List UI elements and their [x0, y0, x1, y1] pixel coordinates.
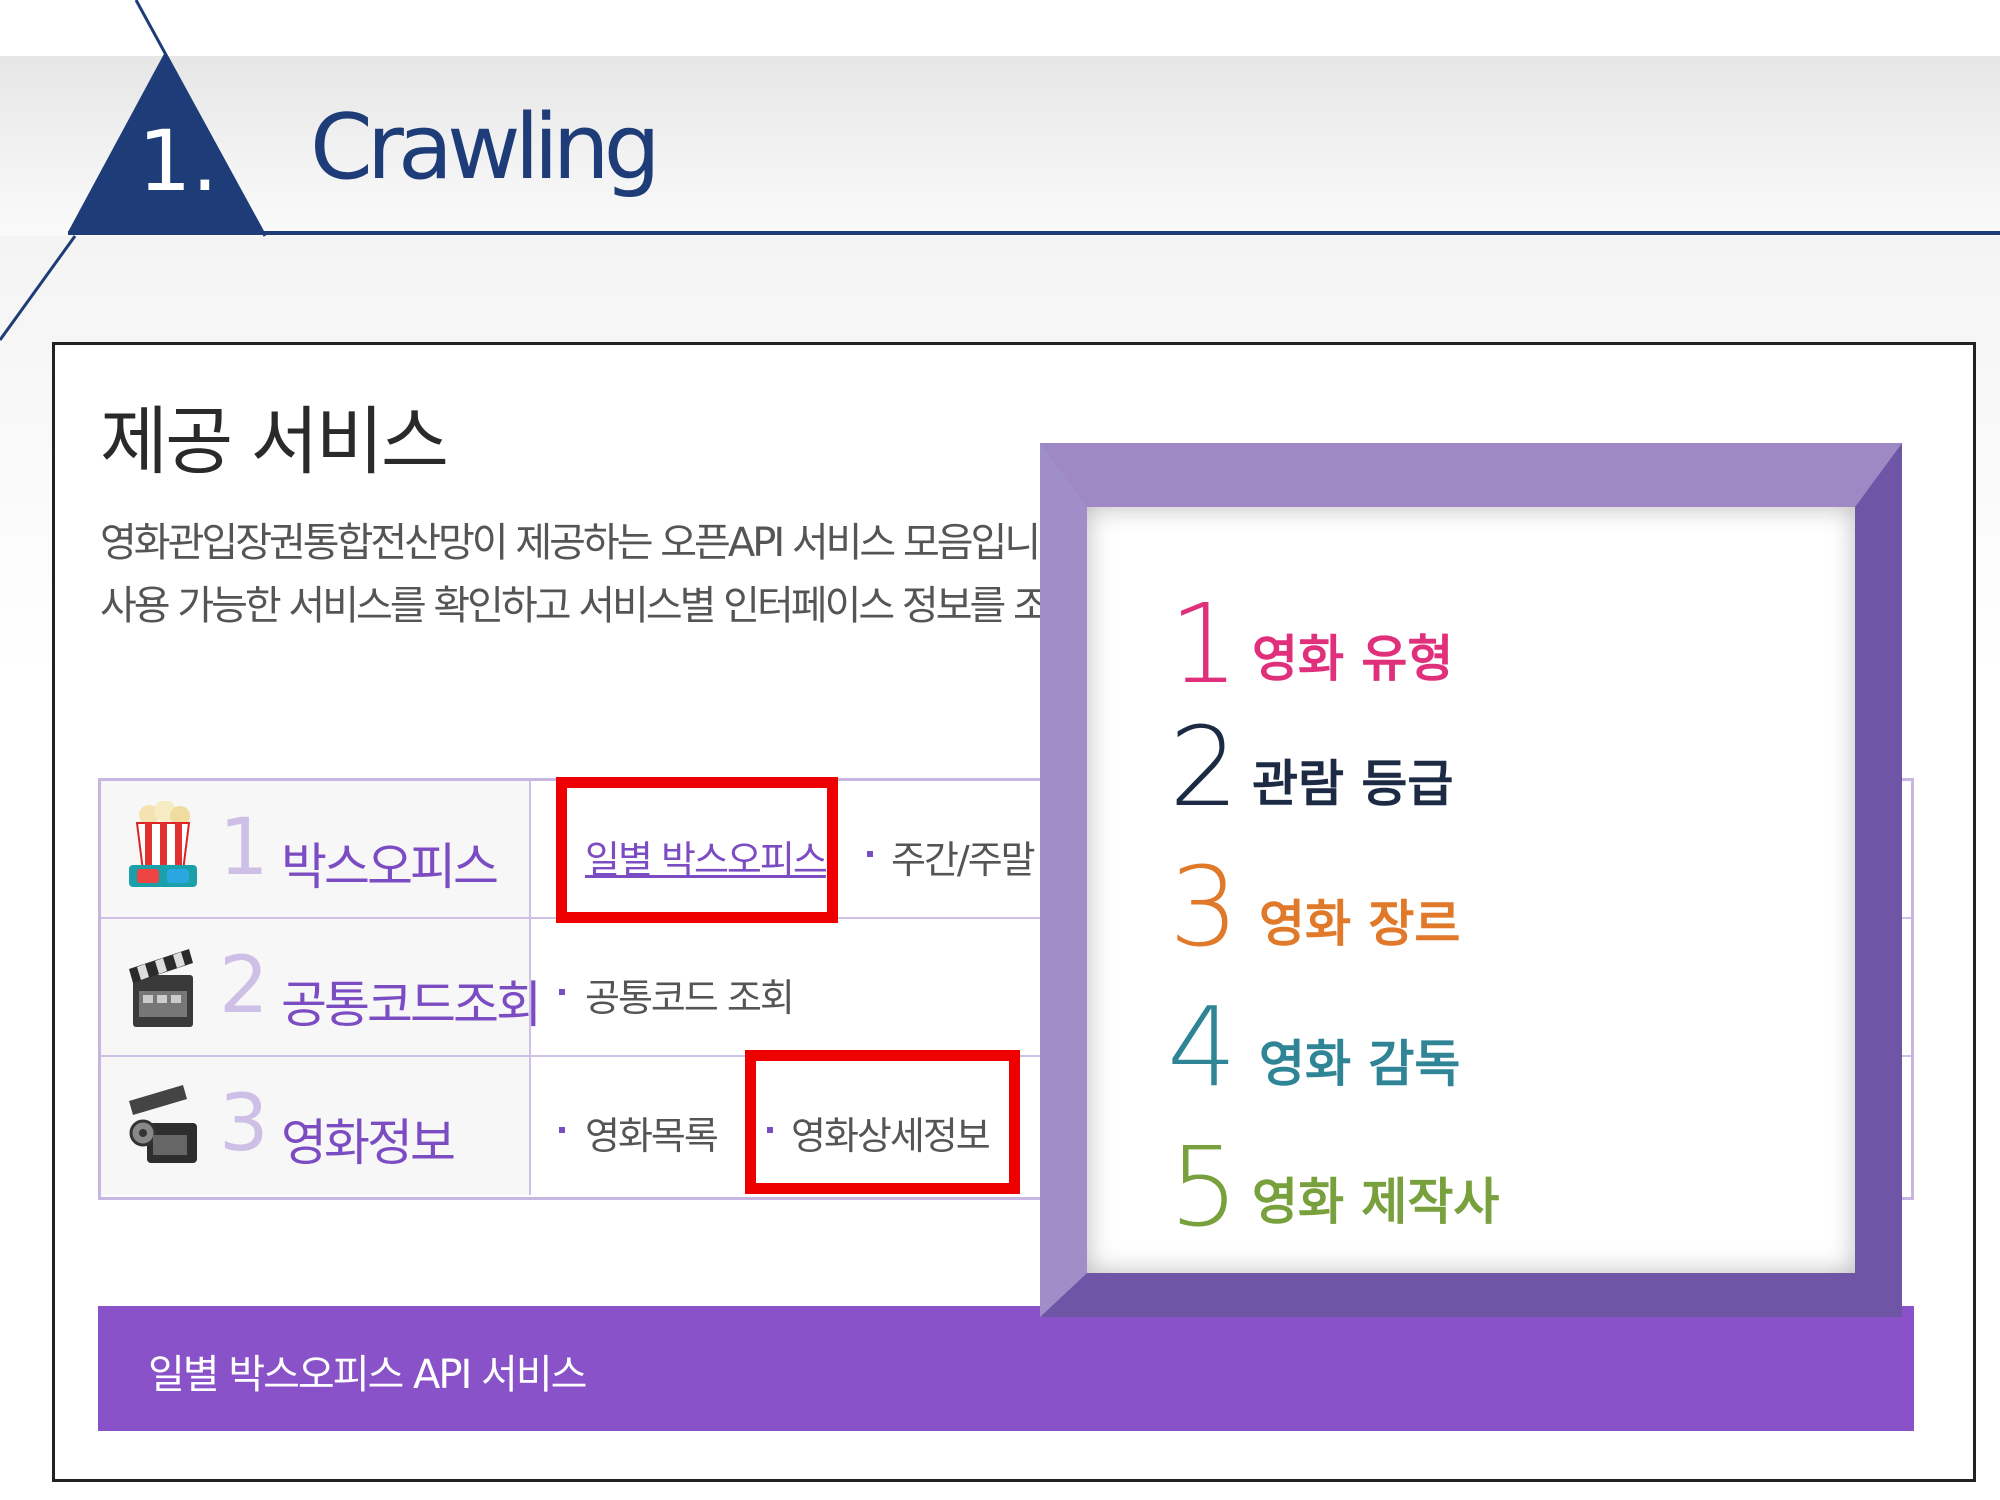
bullet	[867, 851, 873, 857]
callout-item-label: 영화 제작사	[1252, 1173, 1500, 1231]
movie-list-link[interactable]: 영화목록	[585, 1105, 719, 1160]
callout-item-number: 2	[1169, 703, 1239, 831]
slide-title: Crawling	[310, 95, 661, 200]
category-label-boxoffice[interactable]: 박스오피스	[281, 827, 499, 899]
category-number: 3	[219, 1079, 269, 1169]
category-cell: 1 박스오피스	[101, 781, 531, 917]
callout-item-number: 3	[1169, 843, 1239, 971]
service-description-line-1: 영화관입장권통합전산망이 제공하는 오픈API 서비스 모음입니다.	[100, 520, 1085, 566]
category-cell: 2 공통코드조회	[101, 919, 542, 1055]
film-camera-icon	[129, 1085, 197, 1163]
callout-item-label: 영화 감독	[1259, 1035, 1461, 1093]
category-label-movie-info[interactable]: 영화정보	[281, 1103, 456, 1175]
service-description-line-2: 사용 가능한 서비스를 확인하고 서비스별 인터페이스 정보를 조회합니다.	[100, 583, 1195, 629]
callout-item-label: 영화 유형	[1252, 630, 1454, 688]
callout-item-label: 관람 등급	[1252, 755, 1454, 813]
callout-item-label: 영화 장르	[1259, 895, 1461, 953]
callout-item-number: 4	[1167, 983, 1237, 1111]
service-page-title: 제공 서비스	[100, 399, 449, 485]
bullet	[559, 1127, 565, 1133]
category-label-common-code[interactable]: 공통코드조회	[281, 965, 542, 1037]
highlight-box-movie-detail	[745, 1050, 1020, 1194]
category-number: 2	[219, 941, 269, 1031]
header-decoration	[0, 0, 2000, 341]
diagonal-line-lower	[0, 235, 77, 341]
category-cell: 3 영화정보	[101, 1057, 531, 1195]
clapperboard-icon	[129, 949, 193, 1027]
common-code-link[interactable]: 공통코드 조회	[585, 967, 795, 1022]
callout-item-number: 5	[1169, 1123, 1239, 1251]
section-number: 1.	[138, 112, 219, 210]
category-number: 1	[219, 803, 269, 893]
highlight-box-daily-boxoffice	[556, 777, 838, 923]
api-service-bar: 일별 박스오피스 API 서비스	[98, 1306, 1914, 1431]
bullet	[559, 989, 565, 995]
callout-panel: 1 영화 유형 2 관람 등급 3 영화 장르 4 영화 감독 5 영화 제작사	[1087, 507, 1855, 1273]
api-service-bar-label: 일별 박스오피스 API 서비스	[148, 1352, 587, 1398]
callout-item-number: 1	[1169, 580, 1239, 708]
popcorn-icon	[129, 801, 197, 887]
